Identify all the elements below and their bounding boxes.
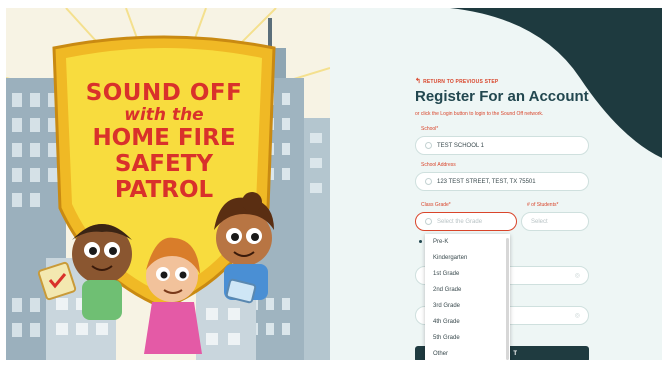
address-icon — [425, 178, 432, 185]
field-end-icon: ◎ — [574, 313, 580, 319]
grade-option[interactable]: Kindergarten — [425, 250, 510, 266]
title-line-4: SAFETY — [114, 151, 214, 177]
submit-label: T — [513, 351, 517, 357]
back-arrow-icon: ↰ — [415, 78, 422, 85]
title-line-2: with the — [124, 105, 204, 125]
class-grade-label: Class Grade* — [421, 202, 451, 208]
grade-dropdown[interactable]: Pre-K Kindergarten 1st Grade 2nd Grade 3… — [425, 234, 510, 360]
grade-option[interactable]: Other — [425, 346, 510, 360]
address-field[interactable]: 123 TEST STREET, TEST, TX 75501 — [415, 172, 589, 191]
back-link[interactable]: ↰ RETURN TO PREVIOUS STEP — [415, 77, 498, 85]
dropdown-scrollbar[interactable] — [506, 238, 509, 360]
grade-option[interactable]: Pre-K — [425, 234, 510, 250]
title-line-3: HOME FIRE — [92, 125, 236, 151]
page-title: Register For an Account — [415, 88, 589, 105]
title-line-5: PATROL — [114, 177, 214, 203]
grade-icon — [425, 218, 432, 225]
address-label: School Address — [421, 162, 456, 168]
students-placeholder: Select — [531, 218, 548, 225]
screenshot-frame: SOUND OFF with the HOME FIRE SAFETY PATR… — [0, 0, 668, 367]
school-icon — [425, 142, 432, 149]
title-line-1: SOUND OFF — [85, 80, 243, 106]
school-label: School* — [421, 126, 439, 132]
students-label: # of Students* — [527, 202, 559, 208]
grade-option[interactable]: 4th Grade — [425, 314, 510, 330]
address-value: 123 TEST STREET, TEST, TX 75501 — [437, 178, 536, 185]
grade-option[interactable]: 2nd Grade — [425, 282, 510, 298]
bullet-dot — [419, 240, 422, 243]
hero-illustration: SOUND OFF with the HOME FIRE SAFETY PATR… — [6, 8, 330, 360]
back-link-label: RETURN TO PREVIOUS STEP — [423, 79, 499, 85]
page-subtitle: or click the Login button to login to th… — [415, 111, 544, 117]
grade-option[interactable]: 1st Grade — [425, 266, 510, 282]
class-grade-placeholder: Select the Grade — [437, 218, 483, 225]
students-select[interactable]: Select — [521, 212, 589, 231]
class-grade-select[interactable]: Select the Grade — [415, 212, 517, 231]
school-value: TEST SCHOOL 1 — [437, 142, 485, 149]
registration-panel: ↰ RETURN TO PREVIOUS STEP Register For an… — [330, 8, 662, 360]
illustration-title: SOUND OFF with the HOME FIRE SAFETY PATR… — [76, 82, 252, 202]
grade-option[interactable]: 5th Grade — [425, 330, 510, 346]
field-end-icon: ◎ — [574, 273, 580, 279]
grade-option[interactable]: 3rd Grade — [425, 298, 510, 314]
school-field[interactable]: TEST SCHOOL 1 — [415, 136, 589, 155]
